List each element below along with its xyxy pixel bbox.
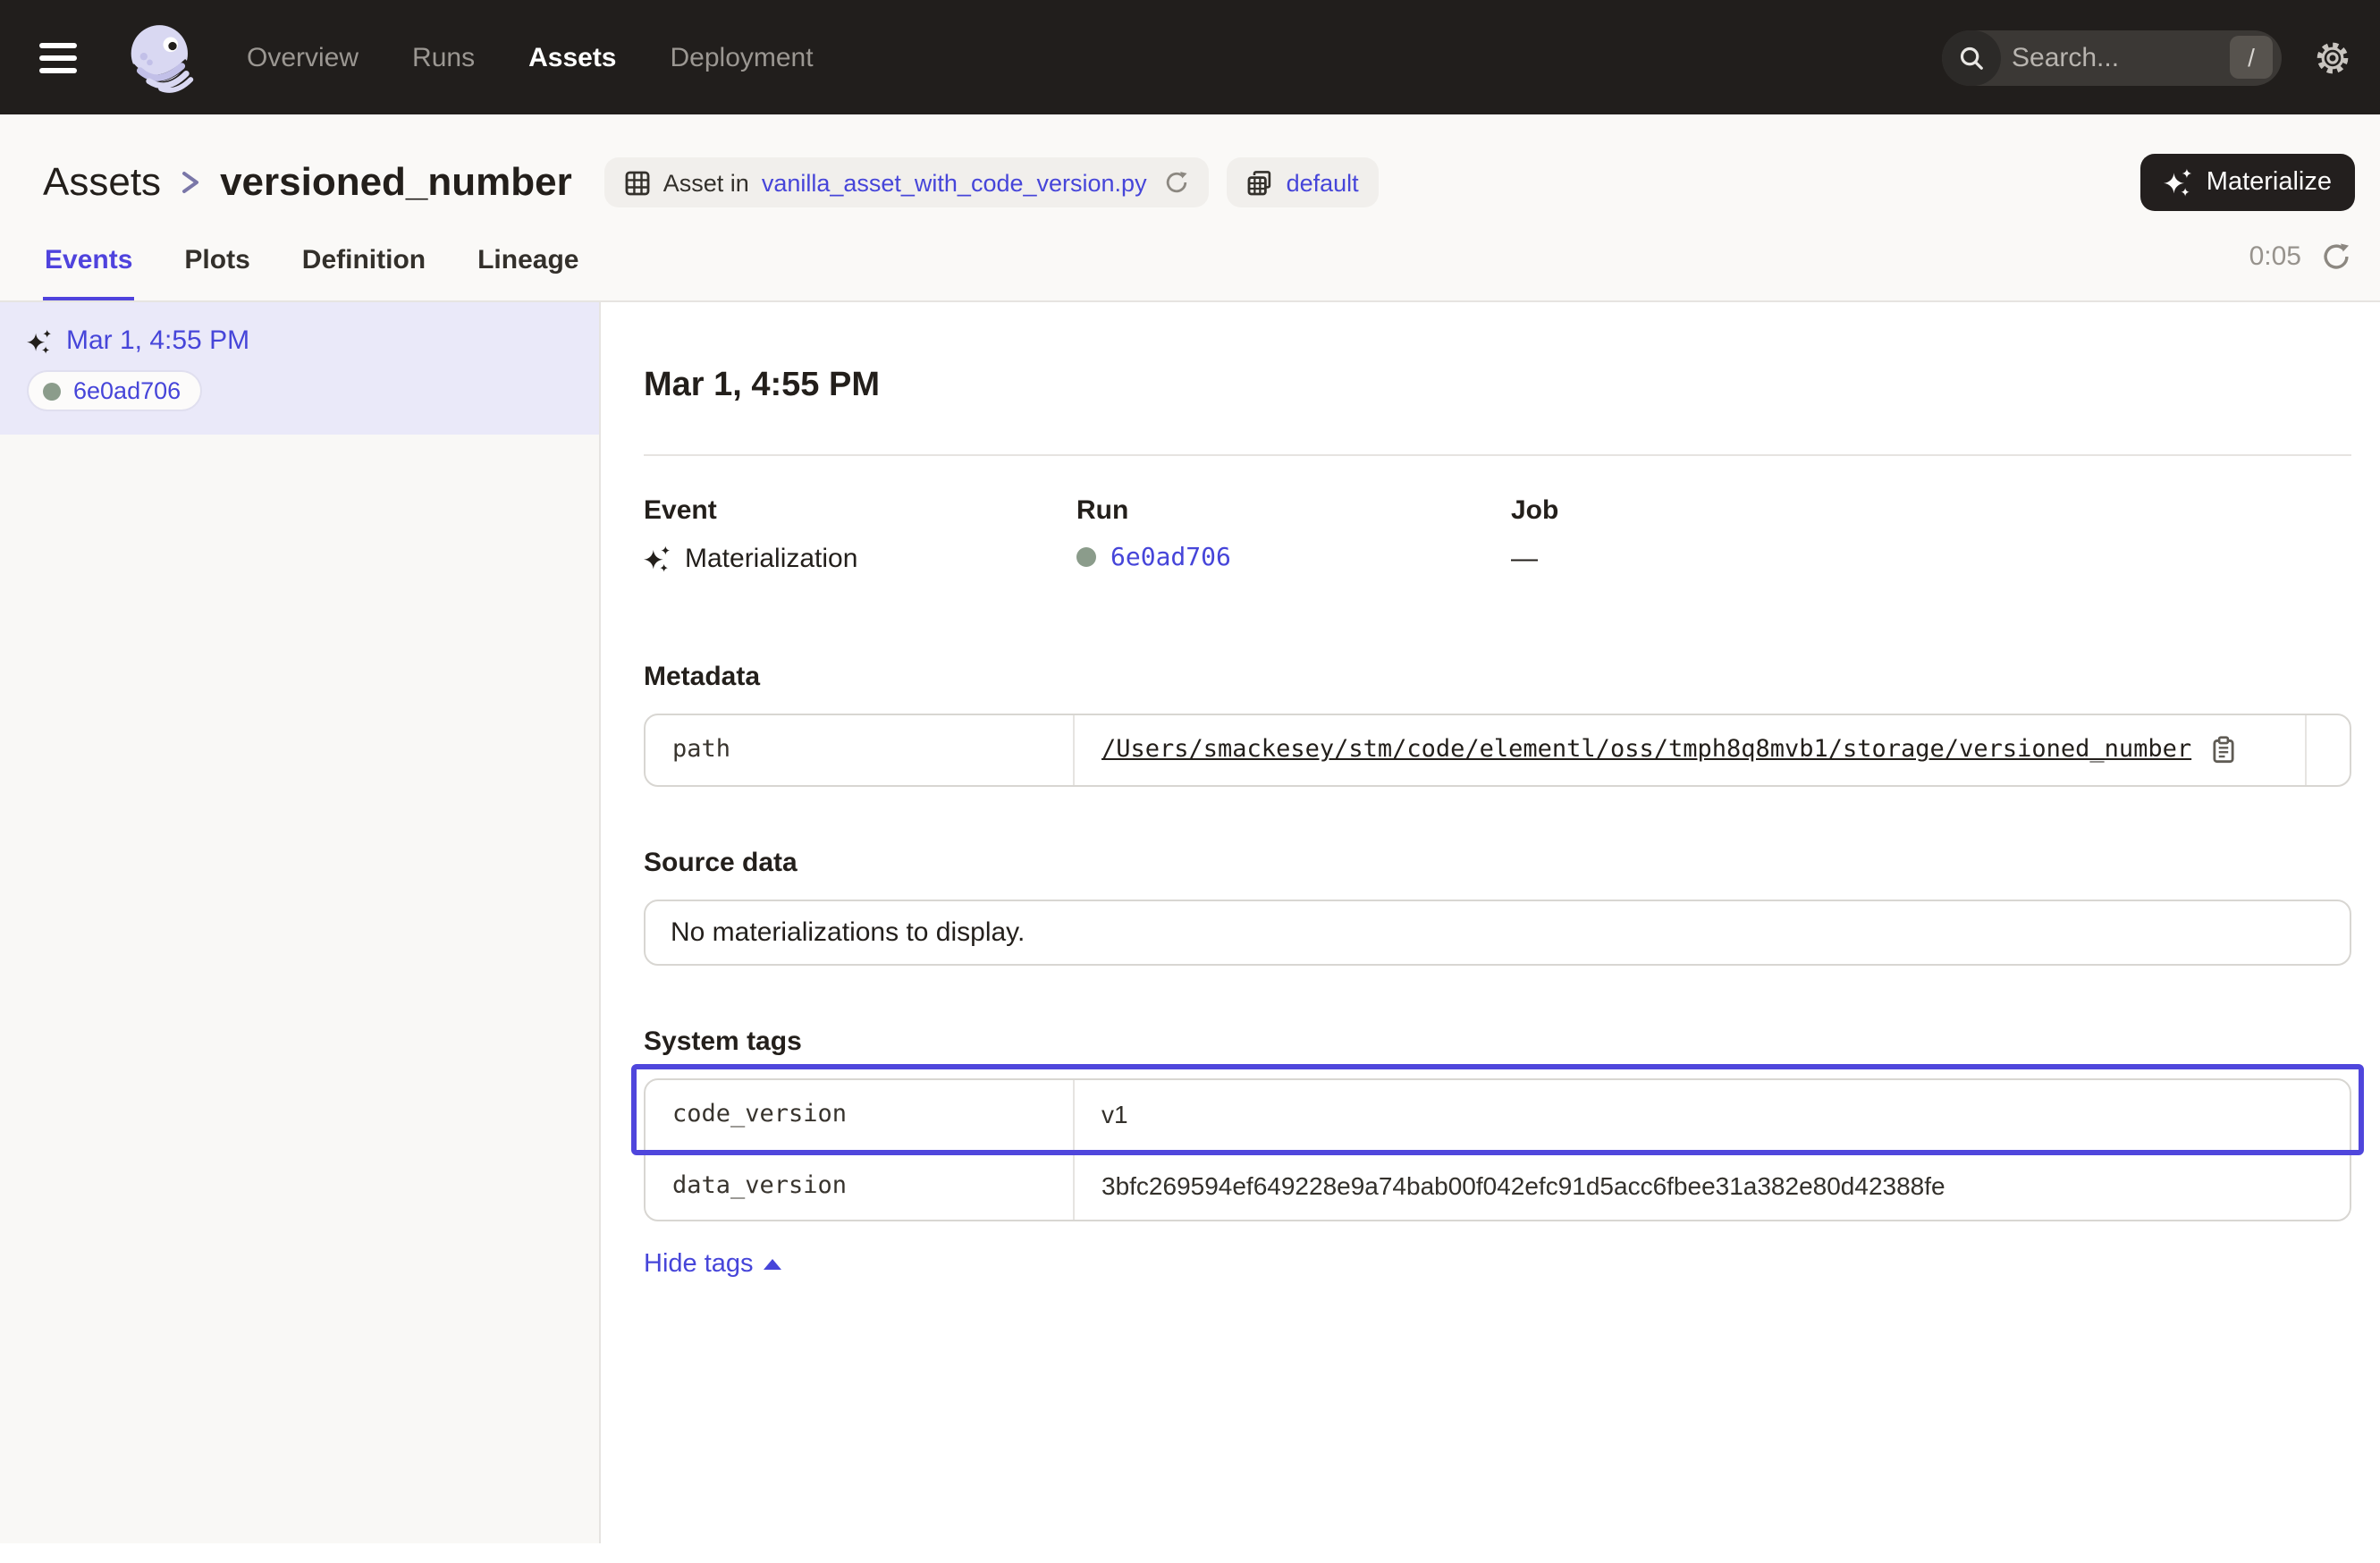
nav-link-deployment[interactable]: Deployment [671, 42, 814, 72]
run-status-dot [1076, 547, 1096, 567]
caret-up-icon [764, 1258, 782, 1269]
source-data-empty-state: No materializations to display. [644, 899, 2351, 965]
search-input[interactable] [2001, 42, 2230, 72]
refresh-status: 0:05 [2249, 211, 2351, 300]
asset-reload-button[interactable] [1165, 170, 1190, 195]
asset-table-icon [624, 169, 651, 196]
job-column-label: Job [1511, 494, 2351, 525]
top-nav: Overview Runs Assets Deployment / [0, 0, 2380, 114]
tab-plots[interactable]: Plots [182, 211, 251, 300]
materialization-sparkle-icon [27, 328, 52, 353]
top-nav-right: / [1942, 30, 2351, 85]
search-icon [1942, 30, 2001, 85]
hide-tags-label: Hide tags [644, 1249, 754, 1278]
reload-icon [2321, 241, 2351, 271]
run-column-label: Run [1076, 494, 1511, 525]
chevron-right-icon [179, 168, 202, 197]
event-list-item[interactable]: Mar 1, 4:55 PM 6e0ad706 [0, 302, 599, 435]
tab-definition[interactable]: Definition [300, 211, 427, 300]
tab-lineage[interactable]: Lineage [476, 211, 580, 300]
system-tags-table: code_version v1 data_version 3bfc269594e… [644, 1077, 2351, 1221]
page-title: versioned_number [220, 159, 572, 206]
run-id-link[interactable]: 6e0ad706 [1110, 543, 1231, 571]
primary-nav: Overview Runs Assets Deployment [247, 42, 814, 72]
copy-path-button[interactable] [2209, 735, 2236, 764]
search-shortcut-key: / [2230, 36, 2273, 79]
asset-file-link[interactable]: vanilla_asset_with_code_version.py [762, 169, 1147, 196]
tag-key: data_version [646, 1151, 1075, 1219]
event-detail-panel: Mar 1, 4:55 PM Event Materialization [601, 302, 2380, 1543]
repository-name[interactable]: default [1287, 169, 1359, 196]
metadata-table: path /Users/smackesey/stm/code/elementl/… [644, 713, 2351, 786]
materialization-sparkle-icon [644, 545, 671, 571]
system-tags-heading: System tags [644, 1026, 2351, 1056]
table-row: data_version 3bfc269594ef649228e9a74bab0… [646, 1149, 2350, 1219]
breadcrumb: Assets versioned_number [43, 159, 572, 206]
tag-key: code_version [646, 1079, 1075, 1149]
table-row: path /Users/smackesey/stm/code/elementl/… [646, 714, 2350, 784]
metadata-key: path [646, 714, 1075, 784]
source-data-empty-message: No materializations to display. [671, 917, 1025, 947]
job-value: — [1511, 543, 1538, 573]
tabs: Events Plots Definition Lineage [43, 211, 580, 300]
breadcrumb-assets-link[interactable]: Assets [43, 159, 161, 206]
hide-tags-button[interactable]: Hide tags [644, 1249, 782, 1278]
event-type-value: Materialization [685, 543, 857, 573]
search-box[interactable]: / [1942, 30, 2282, 85]
metadata-heading: Metadata [644, 661, 2351, 691]
dagster-logo-icon[interactable] [125, 21, 197, 93]
sparkle-icon [2164, 168, 2192, 197]
repository-badge[interactable]: default [1228, 157, 1379, 207]
run-id-chip[interactable]: 6e0ad706 [29, 372, 200, 410]
event-timestamp-link[interactable]: Mar 1, 4:55 PM [66, 325, 249, 356]
tag-value: v1 [1101, 1100, 1128, 1128]
divider [644, 453, 2351, 455]
metadata-path-link[interactable]: /Users/smackesey/stm/code/elementl/oss/t… [1101, 735, 2191, 764]
event-list-sidebar: Mar 1, 4:55 PM 6e0ad706 [0, 302, 601, 1543]
refresh-button[interactable] [2321, 241, 2351, 271]
system-tags-table-wrap: code_version v1 data_version 3bfc269594e… [644, 1077, 2351, 1221]
materialize-button-label: Materialize [2207, 168, 2332, 197]
repository-icon [1247, 169, 1274, 196]
tab-bar: Events Plots Definition Lineage 0:05 [0, 211, 2380, 302]
settings-button[interactable] [2314, 38, 2351, 76]
content-body: Mar 1, 4:55 PM 6e0ad706 Mar 1, 4:55 PM E… [0, 302, 2380, 1543]
clipboard-icon [2209, 735, 2236, 764]
app-root: Overview Runs Assets Deployment / [0, 0, 2380, 1563]
event-detail-title: Mar 1, 4:55 PM [644, 366, 2351, 405]
table-spacer-cell [2305, 714, 2350, 784]
event-summary: Event Materialization Run 6e0ad [644, 494, 2351, 573]
tab-events[interactable]: Events [43, 211, 134, 300]
asset-definition-badge: Asset in vanilla_asset_with_code_version… [604, 157, 1210, 207]
run-id-label: 6e0ad706 [73, 377, 181, 404]
nav-link-assets[interactable]: Assets [528, 42, 616, 72]
asset-badge-prefix: Asset in [663, 169, 749, 196]
menu-icon[interactable] [39, 27, 100, 88]
nav-link-overview[interactable]: Overview [247, 42, 359, 72]
run-status-dot [43, 382, 61, 400]
reload-icon [1165, 170, 1190, 195]
source-data-heading: Source data [644, 847, 2351, 877]
gear-icon [2314, 38, 2351, 76]
table-row: code_version v1 [646, 1079, 2350, 1149]
page-header: Assets versioned_number Asset in vanilla… [0, 114, 2380, 211]
tag-value: 3bfc269594ef649228e9a74bab00f042efc91d5a… [1101, 1170, 1945, 1199]
materialize-button[interactable]: Materialize [2140, 154, 2355, 211]
event-column-label: Event [644, 494, 1076, 525]
nav-link-runs[interactable]: Runs [412, 42, 475, 72]
refresh-countdown: 0:05 [2249, 241, 2301, 271]
